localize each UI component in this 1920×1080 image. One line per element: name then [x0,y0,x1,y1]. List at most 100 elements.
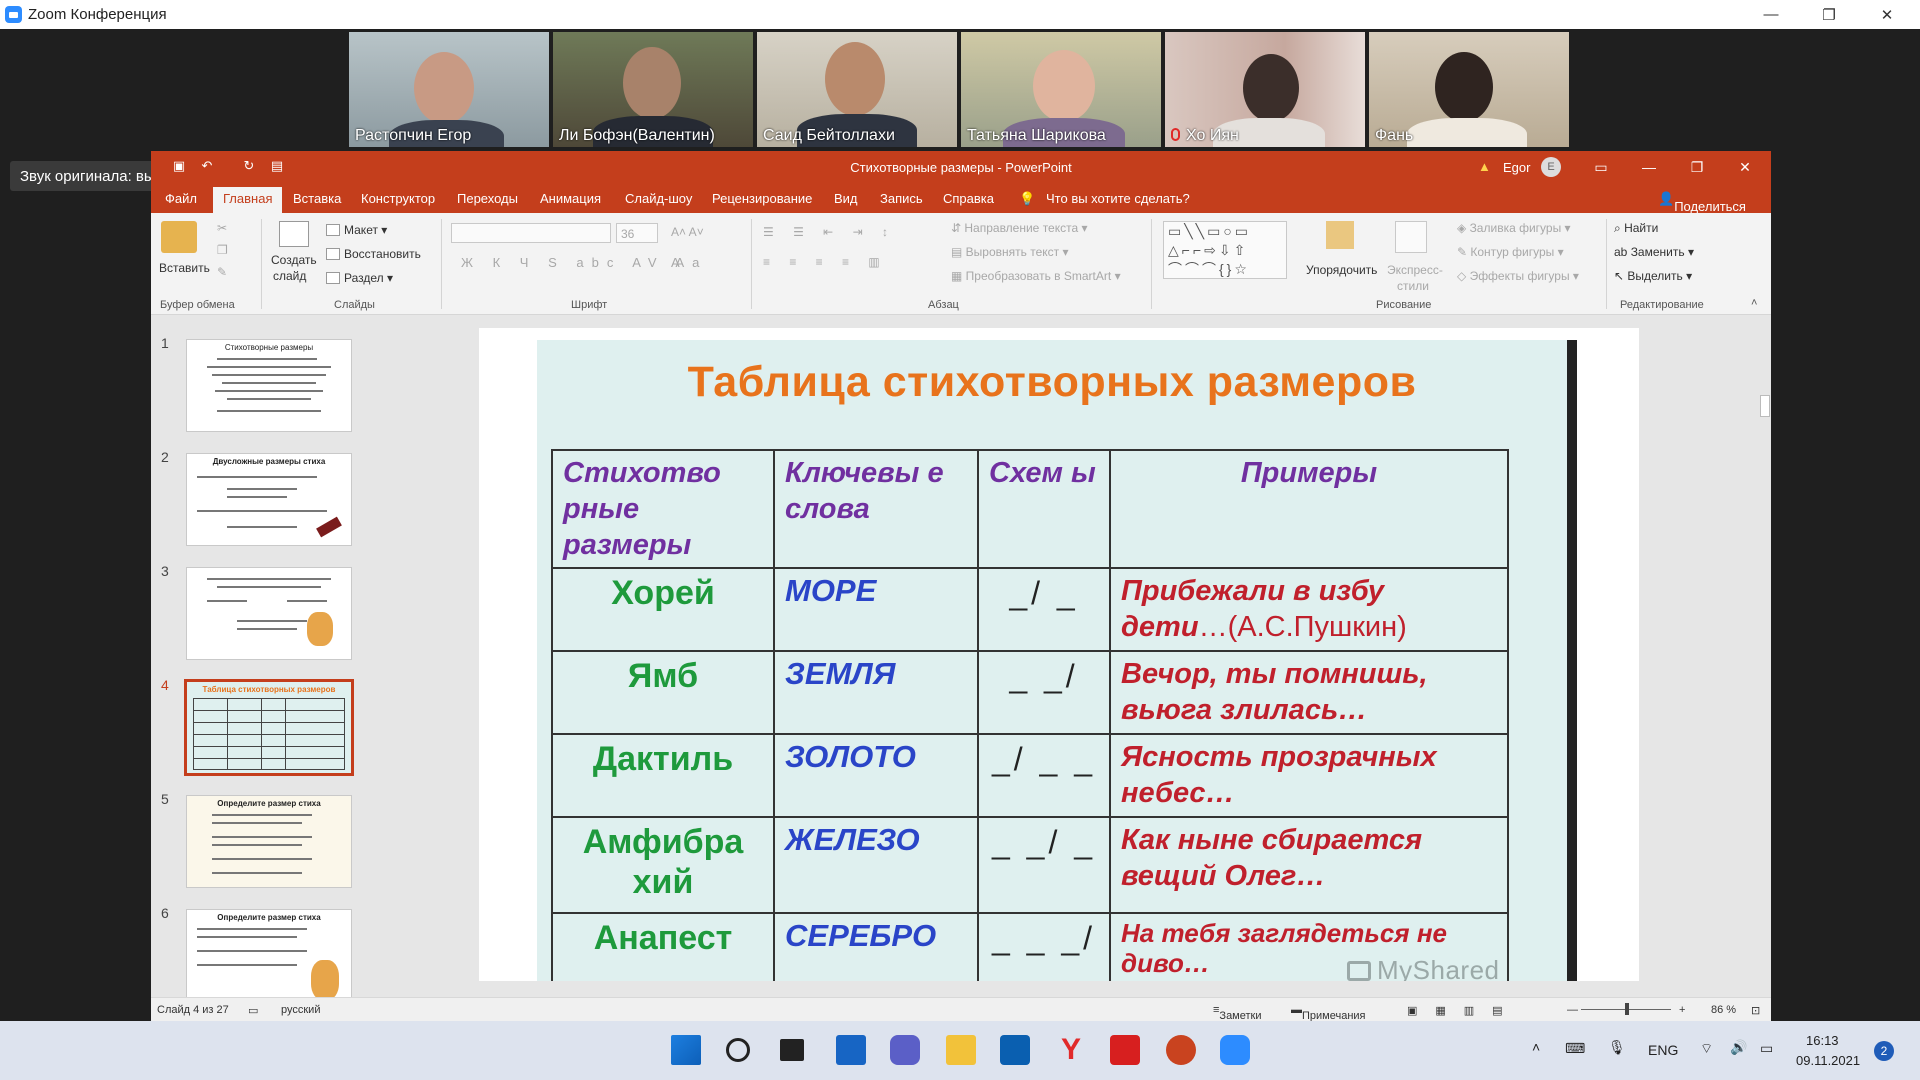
quick-styles-label[interactable]: Экспресс- [1387,263,1443,277]
ppt-restore-button[interactable]: ❐ [1673,151,1721,183]
zoom-in-button[interactable]: + [1679,1004,1685,1016]
align-text-button[interactable]: ▤ Выровнять текст ▾ [951,245,1069,259]
tab-slideshow[interactable]: Слайд-шоу [625,191,692,206]
font-color-icon[interactable]: A [671,255,680,270]
participant-tile[interactable]: Саид Бейтоллахи [757,32,957,147]
ribbon-display-icon[interactable]: ▭ [1577,151,1625,183]
paste-icon[interactable] [161,221,197,253]
list-buttons[interactable]: ☰ ☰ ⇤ ⇥ ↕ [763,225,896,239]
participant-tile[interactable]: Хо Иян [1165,32,1365,147]
task-view-icon[interactable] [780,1039,804,1061]
spellcheck-icon[interactable]: ▭ [248,1004,258,1017]
text-direction-button[interactable]: ⇵ Направление текста ▾ [951,221,1088,235]
arrange-icon[interactable] [1326,221,1354,249]
slide-thumbnail-2[interactable]: Двусложные размеры стиха [186,453,352,546]
volume-icon[interactable]: 🔊 [1730,1039,1747,1056]
close-button[interactable]: ✕ [1858,0,1916,29]
store-icon[interactable] [1000,1035,1030,1065]
search-icon[interactable] [726,1038,750,1062]
find-button[interactable]: ⌕ Найти [1614,221,1658,236]
widgets-icon[interactable] [836,1035,866,1065]
input-language[interactable]: ENG [1648,1042,1678,1058]
tab-design[interactable]: Конструктор [361,191,435,206]
slide-thumbnail-6[interactable]: Определите размер стиха [186,909,352,997]
participant-tile[interactable]: Фань [1369,32,1569,147]
participant-tile[interactable]: Растопчин Егор [349,32,549,147]
tab-view[interactable]: Вид [834,191,858,206]
font-name-select[interactable] [451,223,611,243]
zoom-taskbar-icon[interactable] [1220,1035,1250,1065]
language-indicator[interactable]: русский [281,1004,320,1016]
shape-effects-button[interactable]: ◇ Эффекты фигуры ▾ [1457,269,1579,283]
quick-styles-label-2[interactable]: стили [1397,279,1429,293]
notes-button[interactable]: ≡ Заметки [1213,1004,1262,1021]
slide-thumbnail-3[interactable] [186,567,352,660]
align-buttons[interactable]: ≡ ≡ ≡ ≡ ▥ [763,255,888,269]
reset-button[interactable]: Восстановить [326,247,421,261]
ppt-minimize-button[interactable]: — [1625,151,1673,183]
shapes-gallery[interactable]: ▭╲╲▭○▭ △⌐⌐⇨⇩⇧ ⌒⌒⌒{}☆ [1163,221,1287,279]
slide-thumbnail-5[interactable]: Определите размер стиха [186,795,352,888]
acrobat-icon[interactable] [1110,1035,1140,1065]
participant-tile[interactable]: Ли Бофэн(Валентин) [553,32,753,147]
share-button[interactable]: 👤 Поделиться [1658,191,1746,214]
current-slide[interactable]: Таблица стихотворных размеров Стихотво р… [479,328,1639,981]
scroll-thumb[interactable] [1760,395,1770,417]
grow-font-icon[interactable]: A˄ A˅ [671,225,704,239]
zoom-level[interactable]: 86 % [1711,1004,1736,1016]
view-buttons[interactable]: ▣▦▥▤ [1407,1004,1521,1017]
wifi-icon[interactable]: ⌔ [1700,1040,1713,1058]
tab-home[interactable]: Главная [213,187,283,213]
keyboard-icon[interactable]: ⌨ [1565,1040,1585,1057]
microphone-icon[interactable]: 🎙 [1608,1039,1626,1056]
participant-tile[interactable]: Татьяна Шарикова [961,32,1161,147]
comments-button[interactable]: ▬ Примечания [1291,1004,1366,1021]
chevron-up-icon[interactable]: ˄ [1532,1039,1540,1055]
tab-record[interactable]: Запись [880,191,923,206]
tab-help[interactable]: Справка [943,191,994,206]
copy-icon[interactable]: ❐ [217,243,228,257]
zoom-slider-thumb[interactable] [1625,1003,1629,1015]
minimize-button[interactable]: — [1742,0,1800,29]
restore-button[interactable]: ❐ [1800,0,1858,29]
fit-slide-icon[interactable]: ⊡ [1751,1004,1760,1017]
collapse-ribbon-icon[interactable]: ˄ [1751,297,1757,309]
new-slide-icon[interactable] [279,221,309,247]
tab-animations[interactable]: Анимация [540,191,601,206]
battery-icon[interactable]: ▭ [1760,1040,1773,1057]
shape-fill-button[interactable]: ◈ Заливка фигуры ▾ [1457,221,1571,235]
tab-file[interactable]: Файл [165,191,197,206]
font-size-select[interactable]: 36 [616,223,658,243]
section-button[interactable]: Раздел ▾ [326,271,393,285]
meter-table[interactable]: Стихотво рные размеры Ключевы е слова Сх… [551,449,1509,981]
slide-thumbnail-1[interactable]: Стихотворные размеры [186,339,352,432]
windows-start-icon[interactable] [671,1035,701,1065]
tab-transitions[interactable]: Переходы [457,191,518,206]
yandex-browser-icon[interactable]: Y [1056,1035,1086,1065]
cut-icon[interactable]: ✂ [217,221,227,235]
tab-review[interactable]: Рецензирование [712,191,812,206]
quick-styles-icon[interactable] [1395,221,1427,253]
zoom-out-button[interactable]: — [1567,1004,1578,1016]
slide-thumbnail-4[interactable]: Таблица стихотворных размеров [184,679,354,776]
paste-button[interactable]: Вставить [159,261,210,275]
notification-badge[interactable]: 2 [1874,1041,1894,1061]
new-slide-label[interactable]: Создать [271,253,317,267]
select-button[interactable]: ↖ Выделить ▾ [1614,269,1692,283]
smartart-button[interactable]: ▦ Преобразовать в SmartArt ▾ [951,269,1121,283]
file-explorer-icon[interactable] [946,1035,976,1065]
replace-button[interactable]: ab Заменить ▾ [1614,245,1694,259]
ppt-close-button[interactable]: ✕ [1721,151,1769,183]
clock-date[interactable]: 09.11.2021 [1796,1053,1860,1068]
user-avatar[interactable]: E [1541,157,1561,177]
layout-button[interactable]: Макет ▾ [326,223,387,237]
clock-time[interactable]: 16:13 [1806,1033,1839,1048]
vertical-scrollbar[interactable] [1759,325,1771,985]
tell-me-search[interactable]: Что вы хотите сделать? [1046,191,1190,206]
tab-insert[interactable]: Вставка [293,191,341,206]
powerpoint-taskbar-icon[interactable] [1166,1035,1196,1065]
shape-outline-button[interactable]: ✎ Контур фигуры ▾ [1457,245,1564,259]
format-painter-icon[interactable]: ✎ [217,265,227,279]
slide-title[interactable]: Таблица стихотворных размеров [537,358,1567,407]
teams-chat-icon[interactable] [890,1035,920,1065]
